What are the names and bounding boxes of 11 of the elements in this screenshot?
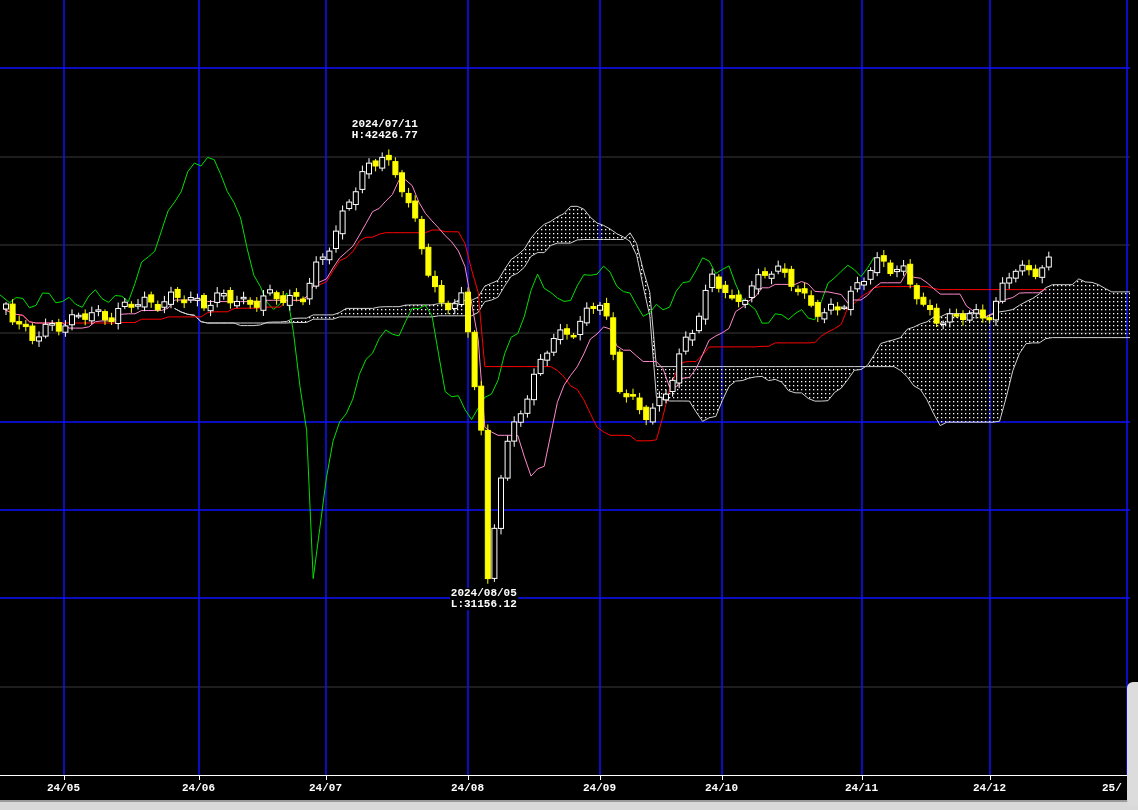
axis-label: 24/08 bbox=[451, 781, 484, 796]
annotation-text: 2024/08/05 bbox=[449, 587, 518, 599]
axis-label: 24/09 bbox=[583, 781, 616, 796]
axis-label: 24/05 bbox=[47, 781, 80, 796]
axis-label: 25/ bbox=[1102, 781, 1122, 796]
axis-label: 24/10 bbox=[705, 781, 738, 796]
axis-label: 24/06 bbox=[182, 781, 215, 796]
axis-label: 24/12 bbox=[973, 781, 1006, 796]
annotation-text: L:31156.12 bbox=[449, 598, 518, 610]
axis-label: 24/11 bbox=[845, 781, 878, 796]
axis-label: 24/07 bbox=[309, 781, 342, 796]
